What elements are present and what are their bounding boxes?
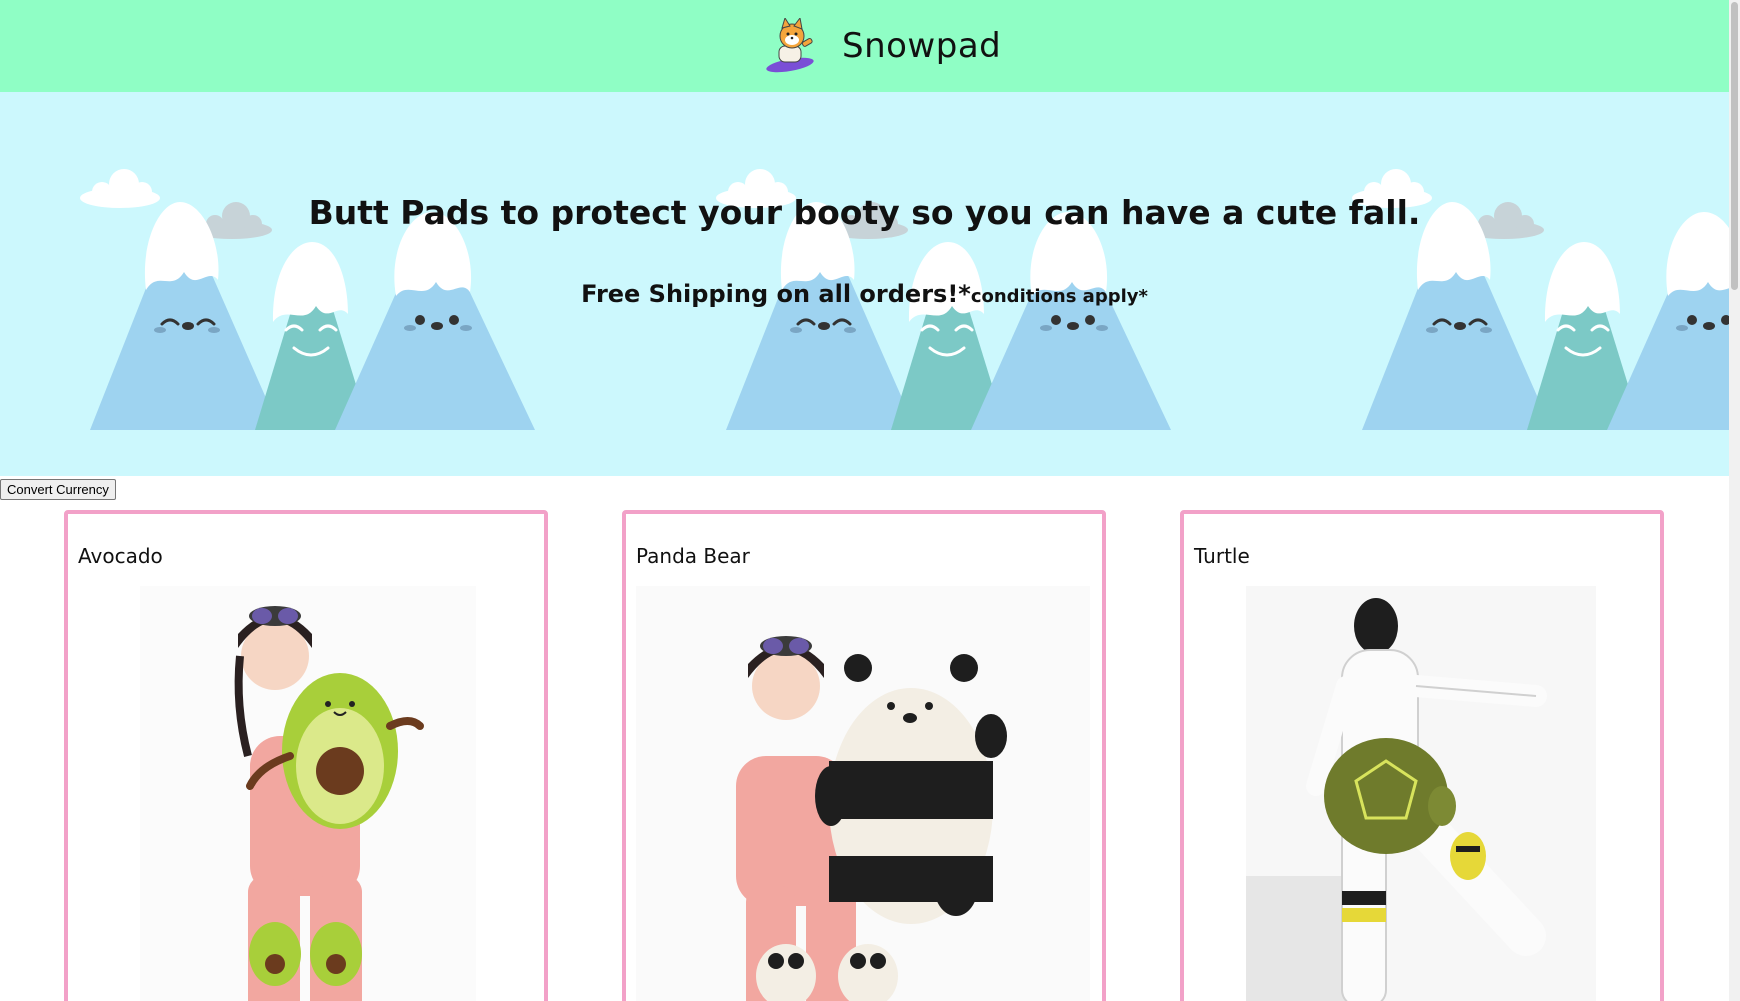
conditions-note: conditions apply*	[970, 286, 1148, 307]
product-title: Avocado	[78, 544, 163, 568]
product-title: Turtle	[1194, 544, 1250, 568]
product-card-turtle[interactable]: Turtle	[1180, 510, 1664, 1001]
shipping-text: Free Shipping on all orders!*	[581, 280, 971, 308]
avocado-product-photo[interactable]	[140, 586, 476, 1001]
product-card-avocado[interactable]: Avocado	[64, 510, 548, 1001]
product-card-panda-bear[interactable]: Panda Bear	[622, 510, 1106, 1001]
scrollbar-thumb[interactable]	[1731, 2, 1738, 290]
hero-banner: Butt Pads to protect your booty so you c…	[0, 92, 1729, 476]
hero-headline: Butt Pads to protect your booty so you c…	[308, 193, 1421, 232]
page-scrollbar[interactable]	[1729, 0, 1740, 1001]
convert-currency-button[interactable]: Convert Currency	[0, 479, 116, 500]
page: Snowpad Butt Pads to protect your booty …	[0, 0, 1729, 1001]
shipping-notice: Free Shipping on all orders!*conditions …	[0, 280, 1729, 308]
brand-name: Snowpad	[842, 26, 1002, 66]
site-header: Snowpad	[0, 0, 1729, 92]
product-title: Panda Bear	[636, 544, 750, 568]
brand[interactable]: Snowpad	[764, 6, 1001, 86]
shiba-snowboard-logo-icon	[766, 18, 814, 73]
panda-bear-product-photo[interactable]	[636, 586, 1090, 1001]
turtle-product-photo[interactable]	[1246, 586, 1596, 1001]
